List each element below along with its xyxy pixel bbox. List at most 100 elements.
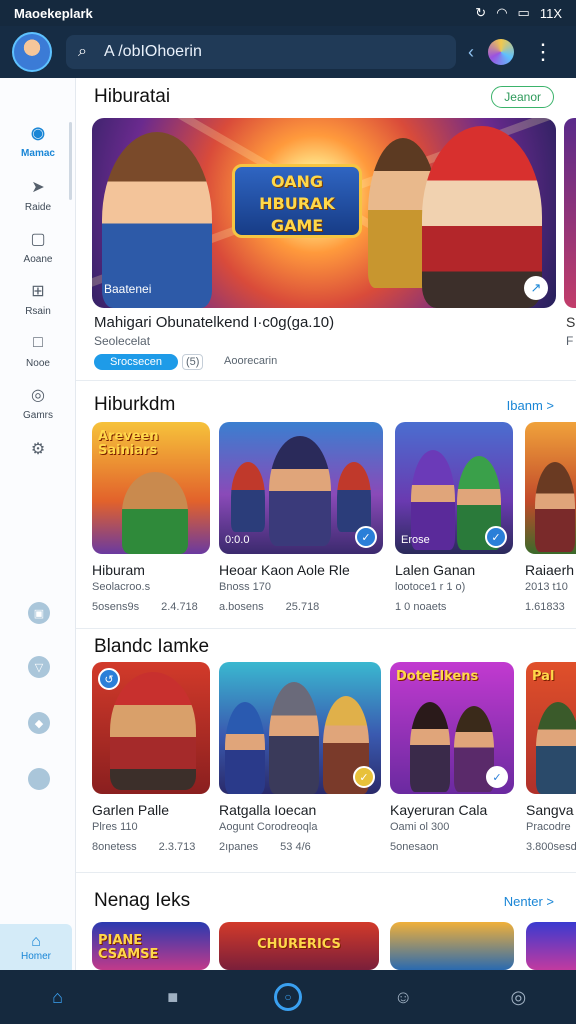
hero-caption: Baatenei [104, 282, 152, 296]
featured-next-subtitle: F [566, 334, 574, 348]
section2-more-link[interactable]: Ibanm > [507, 398, 554, 413]
game-card-art: Pal [526, 662, 576, 794]
game-card-sub: Oami ol 300 [390, 821, 450, 833]
game-card[interactable]: DoteElkens ✓ Kayeruran Cala Oami ol 300 … [390, 662, 514, 853]
game-card-art: Erose ✓ [395, 422, 513, 554]
game-card-version: 25.718 [285, 601, 320, 613]
game-card-art-title: Areveen Sainiars [98, 429, 159, 458]
rail-item-aoane[interactable]: ▢ Aoane [0, 228, 76, 265]
game-card-art-caption: Erose [401, 534, 430, 546]
diamond-icon[interactable]: ◆ [28, 712, 50, 734]
game-card-badge-icon: ✓ [353, 766, 375, 788]
game-card[interactable]: ✓ Ratgalla Ioecan Aogunt Corodreoqla 2ıp… [219, 662, 381, 853]
game-card-meta: 8onetess 2.3.713 [92, 841, 210, 853]
featured-hero-banner[interactable]: OANG HBURAK GAME Baatenei ↗ [92, 118, 556, 308]
rail-item-label: Gamrs [23, 410, 53, 421]
game-card-sub: Pracodre [526, 821, 571, 833]
discover-icon[interactable]: ○ [273, 983, 302, 1011]
game-card-meta: 1.61833 [525, 601, 576, 613]
game-card-sub: lootoce1 r 1 o) [395, 581, 466, 593]
game-card-art-title: CHURERICS [257, 937, 341, 952]
game-card-art: ↺ [92, 662, 210, 794]
sync-icon: ↻ [475, 5, 487, 20]
rail-item-gamrs[interactable]: ◎ Gamrs [0, 384, 76, 421]
chevron-left-icon[interactable]: ‹ [468, 42, 474, 63]
game-card-art: ✓ [219, 662, 381, 794]
avatar[interactable] [12, 32, 52, 72]
game-card-art [525, 422, 576, 554]
game-card-version: 53 4/6 [280, 841, 311, 853]
game-card-badge-icon: ✓ [485, 526, 507, 548]
game-card-art: 0:0.0 ✓ [219, 422, 383, 554]
game-card[interactable]: Pal Sangva Pracodre 3.800sesd [526, 662, 576, 853]
game-card-downloads: 1 0 noaets [395, 601, 447, 613]
featured-subtitle: Seolecelat [94, 334, 151, 348]
search-input[interactable]: ⌕ A /obIOhoerin [66, 35, 456, 69]
game-card-badge-icon: ✓ [355, 526, 377, 548]
lock-icon[interactable]: ▣ [28, 602, 50, 624]
section4-more-link[interactable]: Nenter > [504, 894, 554, 909]
game-card-name: Ratgalla Ioecan [219, 802, 317, 818]
section-title-4: Nenag Ieks [94, 890, 191, 911]
rail-item-raide[interactable]: ➤ Raide [0, 176, 76, 213]
game-card[interactable]: CHURERICS [219, 922, 379, 970]
game-card-sub: Plres 110 [92, 821, 138, 833]
game-card[interactable]: Raiaerh 2013 t10 1.61833 [525, 422, 576, 613]
game-card-art [526, 922, 576, 970]
game-card[interactable]: ↺ Garlen Palle Plres 110 8onetess 2.3.71… [92, 662, 210, 853]
bottom-navigation: ⌂ ■ ○ ☺ ◎ [0, 970, 576, 1024]
featured-action-button[interactable]: Jeanor [491, 86, 554, 108]
square-icon: □ [33, 334, 43, 351]
rail-item-mamac[interactable]: ◉ Mamac [0, 122, 76, 159]
account-icon[interactable]: ◎ [504, 983, 532, 1011]
rail-item-label: Raide [24, 202, 52, 213]
game-card-meta: a.bosens 25.718 [219, 601, 383, 613]
game-card-art-title: DoteElkens [396, 669, 479, 684]
featured-title: Mahigari Obunatelkend I·c0g(ga.10) [94, 314, 335, 331]
home-icon[interactable]: ⌂ [44, 983, 72, 1011]
circle-icon[interactable] [28, 768, 50, 790]
game-card-art: PIANE CSAMSE [92, 922, 210, 970]
rail-item-label: Nooe [26, 358, 50, 369]
featured-install-button[interactable]: Srocsecen [94, 354, 178, 370]
game-card-downloads: 2ıpanes [219, 841, 259, 853]
game-card-meta: 5osens9s 2.4.718 [92, 601, 210, 613]
game-card-downloads: 5onesaon [390, 841, 439, 853]
game-card[interactable]: PIANE CSAMSE [92, 922, 210, 970]
featured-rating-badge: (5) [182, 354, 204, 370]
hero-link-icon[interactable]: ↗ [524, 276, 548, 300]
rail-item-settings[interactable]: ⚙ [0, 438, 76, 464]
profile-icon[interactable]: ☺ [389, 983, 417, 1011]
grid-icon: ⊞ [31, 283, 45, 300]
game-card-art: Areveen Sainiars [92, 422, 210, 554]
shield-icon[interactable]: ▽ [28, 656, 50, 678]
game-card-downloads: 1.61833 [525, 601, 565, 613]
game-card-sub: 2013 t10 [525, 581, 568, 593]
store-logo-icon[interactable] [488, 39, 514, 65]
featured-next-title: S [566, 314, 576, 330]
game-card[interactable]: Areveen Sainiars Hiburam Seolacroo.s 5os… [92, 422, 210, 613]
featured-hero-next[interactable] [564, 118, 576, 308]
featured-meta: Aoorecarin [224, 355, 278, 367]
gear-icon: ⚙ [30, 441, 46, 458]
rocket-icon: ➤ [31, 179, 45, 196]
game-card[interactable] [526, 922, 576, 970]
game-card-badge-icon: ↺ [98, 668, 120, 690]
more-vert-icon[interactable]: ⋮ [532, 41, 554, 63]
hero-character-right [422, 126, 542, 308]
rail-item-nooe[interactable]: □ Nooe [0, 332, 76, 369]
rail-item-label: Rsain [25, 306, 51, 317]
game-card[interactable] [390, 922, 514, 970]
game-card-name: Heoar Kaon Aole Rle [219, 562, 350, 578]
bag-icon: ▢ [30, 231, 46, 248]
game-card-name: Hiburam [92, 562, 145, 578]
game-card-version: 2.4.718 [161, 601, 198, 613]
game-card-name: Garlen Palle [92, 802, 170, 818]
game-card-downloads: 3.800sesd [526, 841, 576, 853]
rail-item-home[interactable]: ⌂ Homer [0, 924, 72, 970]
library-icon[interactable]: ■ [159, 983, 187, 1011]
game-card[interactable]: Erose ✓ Lalen Ganan lootoce1 r 1 o) 1 0 … [395, 422, 513, 613]
search-value: A /obIOhoerin [104, 43, 202, 60]
rail-item-rsain[interactable]: ⊞ Rsain [0, 280, 76, 317]
game-card[interactable]: 0:0.0 ✓ Heoar Kaon Aole Rle Bnoss 170 a.… [219, 422, 383, 613]
